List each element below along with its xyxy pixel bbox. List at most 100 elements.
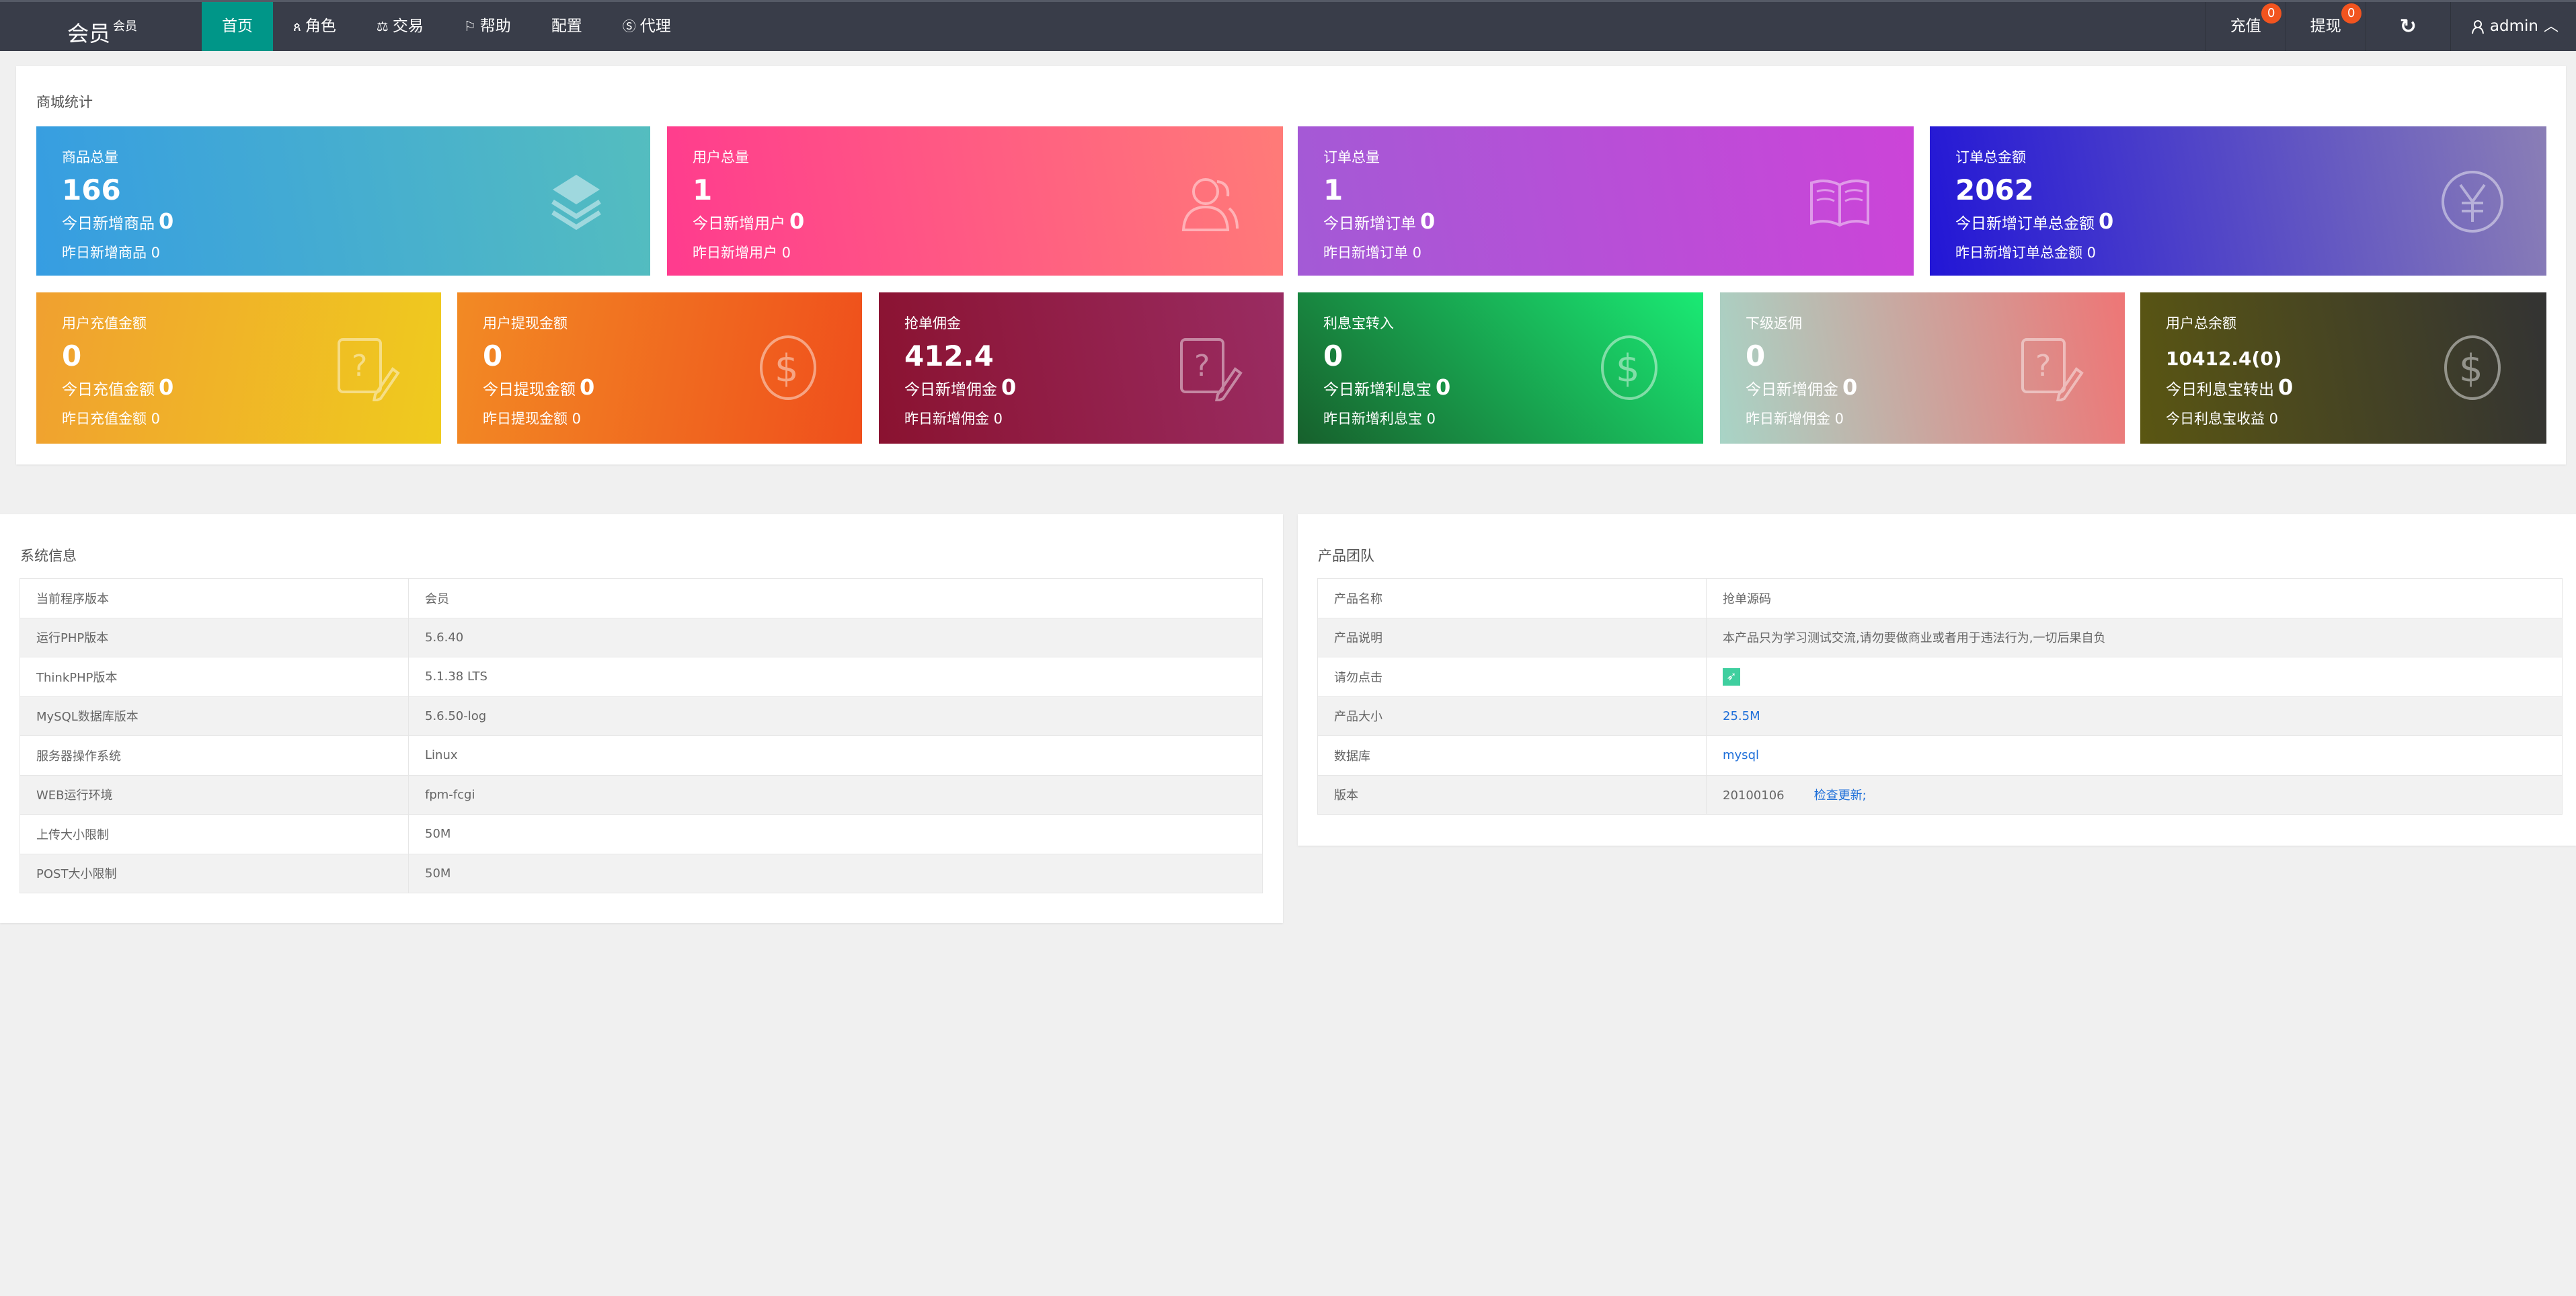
cell-key: 服务器操作系统 (19, 735, 409, 776)
card-today-value: 0 (1420, 208, 1436, 234)
cell-value: ➶ (1706, 657, 2563, 697)
card-label: 订单总量 (1323, 149, 1380, 165)
card-yesterday: 昨日新增佣金 0 (1746, 411, 1844, 427)
card-yesterday: 昨日新增用户 0 (693, 245, 791, 261)
nav-item[interactable]: ጰ 角色 (273, 2, 356, 51)
stat-card[interactable]: 用户充值金额 0 今日充值金额 0 昨日充值金额 0 ? (36, 292, 441, 444)
version-value: 20100106 (1723, 788, 1785, 803)
cell-key: 当前程序版本 (19, 578, 409, 618)
card-today-value: 0 (159, 374, 174, 400)
cell-value: 50M (408, 853, 1263, 893)
cell-key: POST大小限制 (19, 853, 409, 893)
card-today-label: 今日提现金额 (483, 381, 576, 399)
nav-item[interactable]: 配置 (531, 2, 602, 51)
cell-key: ThinkPHP版本 (19, 657, 409, 697)
system-info-title: 系统信息 (20, 548, 77, 564)
rocket-icon[interactable]: ➶ (1723, 667, 1740, 686)
card-value: 0 (62, 339, 82, 372)
table-row: POST大小限制 50M (19, 853, 1263, 893)
nav-item[interactable]: ⚐ 帮助 (444, 2, 531, 51)
card-today-value: 0 (2099, 208, 2114, 234)
card-today: 今日新增佣金 0 (904, 374, 1016, 400)
cell-value: fpm-fcgi (408, 774, 1263, 815)
nav-label: 帮助 (479, 17, 511, 35)
table-row: WEB运行环境 fpm-fcgi (19, 774, 1263, 815)
nav-item[interactable]: Ⓢ 代理 (602, 2, 691, 51)
stat-card[interactable]: 订单总金额 2062 今日新增订单总金额 0 昨日新增订单总金额 0 (1930, 126, 2546, 276)
table-row: 当前程序版本 会员 (19, 578, 1263, 618)
username: admin (2489, 17, 2538, 35)
card-today-label: 今日新增佣金 (904, 381, 997, 399)
card-today-label: 今日新增订单 (1323, 215, 1416, 233)
recharge-label: 充值 (2230, 17, 2261, 35)
card-label: 订单总金额 (1955, 149, 2026, 165)
product-team-title: 产品团队 (1318, 548, 1374, 564)
table-row: ThinkPHP版本 5.1.38 LTS (19, 657, 1263, 697)
withdraw-badge: 0 (2341, 3, 2362, 24)
svg-text:$: $ (1616, 347, 1640, 391)
card-today-value: 0 (1001, 374, 1017, 400)
stat-card[interactable]: 下级返佣 0 今日新增佣金 0 昨日新增佣金 0 ? (1720, 292, 2125, 444)
book-icon (1810, 179, 1869, 227)
card-today-label: 今日新增订单总金额 (1955, 215, 2095, 233)
cell-value: 会员 (408, 578, 1263, 618)
card-today: 今日提现金额 0 (483, 374, 594, 400)
card-value: 0 (483, 339, 503, 372)
system-info-panel: 系统信息 当前程序版本 会员 运行PHP版本 5.6.40 ThinkPHP版本 5.1.… (0, 514, 1283, 923)
check-update-link[interactable]: 检查更新; (1814, 788, 1867, 803)
stat-card[interactable]: 抢单佣金 412.4 今日新增佣金 0 昨日新增佣金 0 ? (879, 292, 1284, 444)
card-today: 今日新增商品 0 (62, 208, 173, 234)
nav-label: 角色 (305, 17, 336, 35)
card-today: 今日充值金额 0 (62, 374, 173, 400)
cell-value: mysql (1706, 735, 2563, 776)
card-today-label: 今日新增佣金 (1746, 381, 1838, 399)
card-yesterday: 昨日提现金额 0 (483, 411, 582, 427)
cell-key: 运行PHP版本 (19, 617, 409, 657)
cell-key: WEB运行环境 (19, 774, 409, 815)
card-label: 抢单佣金 (904, 315, 961, 331)
cell-value: 5.1.38 LTS (408, 657, 1263, 697)
recharge-button[interactable]: 充值 0 (2205, 2, 2286, 51)
nav-item[interactable]: ⚖ 交易 (356, 2, 444, 51)
card-yesterday: 昨日新增利息宝 0 (1323, 411, 1436, 427)
stat-card[interactable]: 商品总量 166 今日新增商品 0 昨日新增商品 0 (36, 126, 650, 276)
product-team-table: 产品名称 抢单源码 产品说明 本产品只为学习测试交流,请勿要做商业或者用于违法行为,… (1317, 578, 2563, 815)
dollar-circle-icon: $ (1601, 335, 1657, 400)
logo[interactable]: 会员 会员 (0, 2, 202, 51)
card-today-value: 0 (789, 208, 805, 234)
card-today: 今日新增佣金 0 (1746, 374, 1857, 400)
yen-icon (2442, 171, 2503, 233)
table-row: 版本 20100106 检查更新; (1317, 774, 2563, 815)
main-nav: 首页 ጰ 角色 ⚖ 交易 ⚐ 帮助 配置 Ⓢ 代理 (202, 2, 691, 51)
refresh-button[interactable]: ↻ (2365, 2, 2450, 51)
stat-card[interactable]: 订单总量 1 今日新增订单 0 昨日新增订单 0 (1298, 126, 1914, 276)
db-link[interactable]: mysql (1723, 748, 1759, 762)
table-row: 服务器操作系统 Linux (19, 735, 1263, 776)
user-icon (2471, 19, 2484, 34)
size-link[interactable]: 25.5M (1723, 709, 1760, 723)
question-edit-icon: ? (2021, 338, 2084, 401)
svg-text:?: ? (2035, 349, 2051, 383)
card-today: 今日新增订单 0 (1323, 208, 1435, 234)
stat-card[interactable]: 用户总量 1 今日新增用户 0 昨日新增用户 0 (667, 126, 1283, 276)
nav-label: 代理 (639, 17, 671, 35)
user-icon: ጰ (293, 18, 301, 34)
card-value: 1 (693, 173, 713, 206)
svg-text:?: ? (1194, 349, 1210, 383)
card-today-value: 0 (1842, 374, 1858, 400)
nav-item[interactable]: 首页 (202, 2, 273, 51)
cell-key: 产品名称 (1317, 578, 1707, 618)
card-label: 用户总量 (693, 149, 749, 165)
user-menu[interactable]: admin ︿ (2450, 2, 2576, 51)
stat-card[interactable]: 利息宝转入 0 今日新增利息宝 0 昨日新增利息宝 0 $ (1298, 292, 1703, 444)
cell-value: 25.5M (1706, 696, 2563, 736)
withdraw-button[interactable]: 提现 0 (2285, 2, 2366, 51)
table-row: 产品名称 抢单源码 (1317, 578, 2563, 618)
stat-card[interactable]: 用户提现金额 0 今日提现金额 0 昨日提现金额 0 $ (457, 292, 862, 444)
card-yesterday: 昨日新增订单 0 (1323, 245, 1422, 261)
cell-key: 数据库 (1317, 735, 1707, 776)
card-value: 0 (1746, 339, 1766, 372)
question-edit-icon: ? (1180, 338, 1243, 401)
stat-card[interactable]: 用户总余额 10412.4(0) 今日利息宝转出 0 今日利息宝收益 0 $ (2140, 292, 2546, 444)
cell-value: 抢单源码 (1706, 578, 2563, 618)
